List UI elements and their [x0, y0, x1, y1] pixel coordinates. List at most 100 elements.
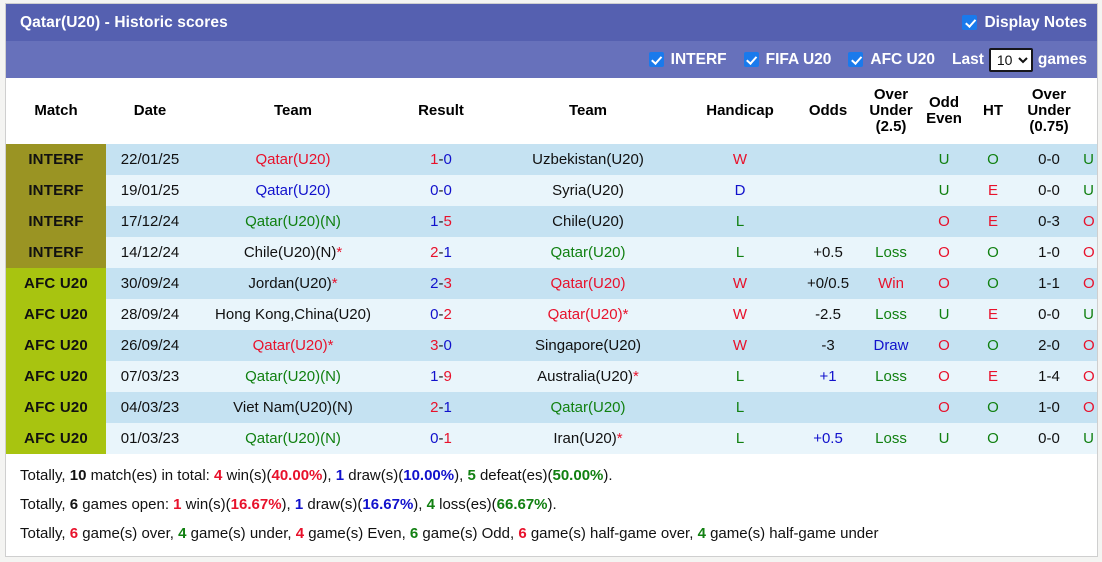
count-half-over: 6: [518, 525, 527, 542]
interf-checkbox-icon[interactable]: [648, 52, 664, 67]
odd-even-value: E: [987, 368, 998, 385]
table-row[interactable]: INTERF 22/01/25 Qatar(U20) 1-0 Uzbekistan(U2…: [6, 144, 1097, 175]
filter-afc-u20[interactable]: AFC U20: [848, 51, 935, 69]
cell-team-away[interactable]: Uzbekistan(U20): [490, 144, 686, 175]
col-header-handicap[interactable]: Handicap: [686, 78, 794, 144]
afc-u20-checkbox-icon[interactable]: [848, 52, 864, 67]
cell-win-loss: L: [686, 361, 794, 392]
cell-over-under-075: O: [1080, 330, 1097, 361]
table-body: INTERF 22/01/25 Qatar(U20) 1-0 Uzbekistan(U2…: [6, 144, 1097, 454]
cell-result[interactable]: 1-5: [392, 206, 490, 237]
col-header-ht[interactable]: HT: [968, 78, 1018, 144]
cell-team-home[interactable]: Qatar(U20)(N): [194, 361, 392, 392]
cell-odd-even: E: [968, 206, 1018, 237]
cell-team-home[interactable]: Viet Nam(U20)(N): [194, 392, 392, 423]
cell-result[interactable]: 1-0: [392, 144, 490, 175]
cell-result[interactable]: 1-9: [392, 361, 490, 392]
score-home: 1: [430, 213, 439, 230]
cell-team-away[interactable]: Chile(U20): [490, 206, 686, 237]
cell-team-home[interactable]: Qatar(U20)(N): [194, 206, 392, 237]
score-home: 3: [430, 337, 439, 354]
table-row[interactable]: INTERF 19/01/25 Qatar(U20) 0-0 Syria(U20) D U E…: [6, 175, 1097, 206]
cell-odds: [862, 144, 920, 175]
cell-over-under-075: U: [1080, 175, 1097, 206]
cell-result[interactable]: 0-0: [392, 175, 490, 206]
cell-date: 14/12/24: [106, 237, 194, 268]
handicap-value: +0/0.5: [806, 275, 850, 292]
cell-team-home[interactable]: Qatar(U20): [194, 175, 392, 206]
team-home-name: Qatar(U20)(N): [245, 213, 341, 230]
cell-team-home[interactable]: Qatar(U20)*: [194, 330, 392, 361]
col-header-over-under-075[interactable]: Over Under (0.75): [1018, 78, 1080, 144]
win-loss-indicator: W: [732, 151, 748, 168]
col-header-odd-even[interactable]: Odd Even: [920, 78, 968, 144]
cell-odd-even: O: [968, 330, 1018, 361]
table-row[interactable]: AFC U20 26/09/24 Qatar(U20)* 3-0 Singapore(U…: [6, 330, 1097, 361]
table-row[interactable]: AFC U20 07/03/23 Qatar(U20)(N) 1-9 Australia…: [6, 361, 1097, 392]
summary-footer: Totally, 10 match(es) in total: 4 win(s)…: [6, 454, 1097, 556]
over-under-25-value: U: [938, 182, 950, 199]
cell-team-home[interactable]: Qatar(U20): [194, 144, 392, 175]
display-notes-toggle[interactable]: Display Notes: [962, 14, 1087, 32]
team-home-name: Qatar(U20)(N): [245, 368, 341, 385]
cell-result[interactable]: 2-1: [392, 237, 490, 268]
col-header-odds[interactable]: Odds: [794, 78, 862, 144]
ou075-line2: Under: [1027, 102, 1071, 119]
filter-interf[interactable]: INTERF: [648, 51, 727, 69]
cell-team-away[interactable]: Qatar(U20): [490, 268, 686, 299]
cell-team-away[interactable]: Syria(U20): [490, 175, 686, 206]
cell-match: AFC U20: [6, 299, 106, 330]
col-header-result[interactable]: Result: [392, 78, 490, 144]
last-label: Last: [952, 50, 984, 68]
cell-match: AFC U20: [6, 330, 106, 361]
table-row[interactable]: INTERF 14/12/24 Chile(U20)(N)* 2-1 Qatar(U20…: [6, 237, 1097, 268]
cell-date: 26/09/24: [106, 330, 194, 361]
cell-result[interactable]: 0-2: [392, 299, 490, 330]
t-suffix: ).: [603, 467, 613, 484]
col-header-over-under-25[interactable]: Over Under (2.5): [862, 78, 920, 144]
cell-team-away[interactable]: Singapore(U20): [490, 330, 686, 361]
table-row[interactable]: AFC U20 28/09/24 Hong Kong,China(U20) 0-2 Qa…: [6, 299, 1097, 330]
cell-team-home[interactable]: Hong Kong,China(U20): [194, 299, 392, 330]
cell-odds: Win: [862, 268, 920, 299]
table-row[interactable]: AFC U20 04/03/23 Viet Nam(U20)(N) 2-1 Qatar(…: [6, 392, 1097, 423]
over-under-075-value: U: [1083, 151, 1094, 168]
team-away-name: Qatar(U20): [550, 275, 626, 292]
team-away-name: Iran(U20): [553, 430, 617, 447]
over-under-25-value: O: [938, 213, 950, 230]
cell-result[interactable]: 3-0: [392, 330, 490, 361]
cell-team-away[interactable]: Qatar(U20): [490, 392, 686, 423]
score-away: 0: [443, 337, 452, 354]
cell-odds: Loss: [862, 237, 920, 268]
cell-result[interactable]: 0-1: [392, 423, 490, 454]
cell-over-under-25: O: [920, 237, 968, 268]
games-count-select[interactable]: 51015203050: [988, 47, 1033, 72]
open-total: 6: [69, 496, 79, 513]
ou075-line1: Over: [1031, 86, 1067, 103]
table-row[interactable]: AFC U20 30/09/24 Jordan(U20)* 2-3 Qatar(U20)…: [6, 268, 1097, 299]
cell-team-away[interactable]: Qatar(U20)*: [490, 299, 686, 330]
cell-result[interactable]: 2-3: [392, 268, 490, 299]
summary-line-total: Totally, 10 match(es) in total: 4 win(s)…: [20, 461, 1097, 490]
col-header-team-home[interactable]: Team: [194, 78, 392, 144]
table-row[interactable]: INTERF 17/12/24 Qatar(U20)(N) 1-5 Chile(U20)…: [6, 206, 1097, 237]
col-header-team-away[interactable]: Team: [490, 78, 686, 144]
filter-fifa-u20[interactable]: FIFA U20: [743, 51, 831, 69]
open-losses: 4: [426, 496, 435, 513]
col-header-match[interactable]: Match: [6, 78, 106, 144]
cell-team-away[interactable]: Qatar(U20): [490, 237, 686, 268]
fifa-u20-checkbox-icon[interactable]: [743, 52, 759, 67]
cell-team-away[interactable]: Australia(U20)*: [490, 361, 686, 392]
score-away: 1: [443, 244, 452, 261]
cell-team-away[interactable]: Iran(U20)*: [490, 423, 686, 454]
table-row[interactable]: AFC U20 01/03/23 Qatar(U20)(N) 0-1 Iran(U20)…: [6, 423, 1097, 454]
win-loss-indicator: W: [732, 306, 748, 323]
cell-team-home[interactable]: Jordan(U20)*: [194, 268, 392, 299]
over-under-075-value: U: [1083, 430, 1094, 447]
display-notes-checkbox-icon[interactable]: [962, 15, 978, 30]
cell-team-home[interactable]: Qatar(U20)(N): [194, 423, 392, 454]
col-header-date[interactable]: Date: [106, 78, 194, 144]
cell-result[interactable]: 2-1: [392, 392, 490, 423]
over-under-25-value: O: [938, 368, 950, 385]
cell-team-home[interactable]: Chile(U20)(N)*: [194, 237, 392, 268]
